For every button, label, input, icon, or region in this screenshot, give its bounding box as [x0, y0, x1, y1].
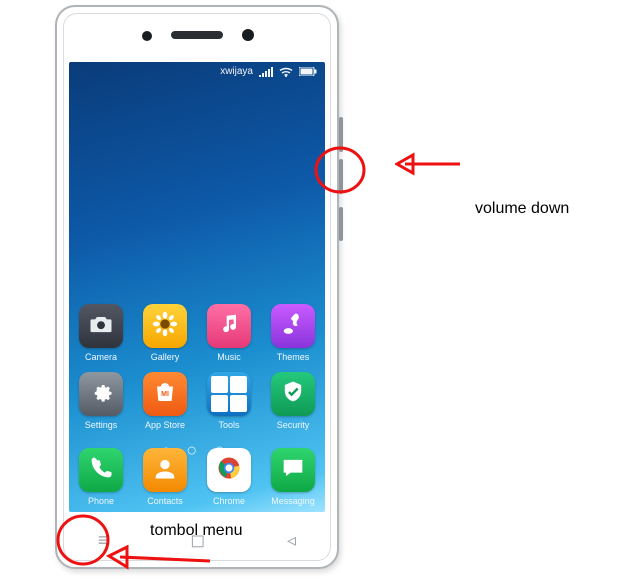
- app-store-label: App Store: [141, 420, 189, 430]
- sunflower-icon: [151, 310, 179, 343]
- menu-key[interactable]: ≡: [98, 531, 109, 549]
- phone-handset-icon: [87, 454, 115, 487]
- app-settings[interactable]: Settings: [77, 372, 125, 430]
- dock-messaging-label: Messaging: [269, 496, 317, 506]
- home-row-2: Settings MI App Store Tools Security: [69, 372, 325, 430]
- app-gallery-label: Gallery: [141, 352, 189, 362]
- app-music-label: Music: [205, 352, 253, 362]
- front-camera: [242, 29, 254, 41]
- signal-icon: [259, 67, 273, 77]
- shield-check-icon: [279, 378, 307, 411]
- app-security[interactable]: Security: [269, 372, 317, 430]
- app-camera[interactable]: Camera: [77, 304, 125, 362]
- dock-chrome-label: Chrome: [205, 496, 253, 506]
- app-gallery[interactable]: Gallery: [141, 304, 189, 362]
- brush-icon: [279, 310, 307, 343]
- home-row-1: Camera Gallery Music Themes: [69, 304, 325, 362]
- wifi-icon: [279, 67, 293, 77]
- annotation-menu-label: tombol menu: [150, 522, 243, 540]
- app-tools-label: Tools: [205, 420, 253, 430]
- dock-contacts-label: Contacts: [141, 496, 189, 506]
- dock: Phone Contacts Chrome Messaging: [69, 448, 325, 506]
- app-settings-label: Settings: [77, 420, 125, 430]
- phone-screen: xwijaya Camera Gallery Music Themes: [69, 62, 325, 512]
- power-button[interactable]: [339, 207, 343, 241]
- dock-chrome[interactable]: Chrome: [205, 448, 253, 506]
- music-note-icon: [215, 310, 243, 343]
- app-themes-label: Themes: [269, 352, 317, 362]
- annotation-volume-down-arrow: [395, 150, 465, 180]
- speaker-grille: [171, 31, 223, 39]
- app-themes[interactable]: Themes: [269, 304, 317, 362]
- battery-icon: [299, 67, 317, 76]
- app-security-label: Security: [269, 420, 317, 430]
- tools-folder-icon: [211, 376, 247, 412]
- app-tools[interactable]: Tools: [205, 372, 253, 430]
- phone-body: xwijaya Camera Gallery Music Themes: [55, 5, 339, 569]
- status-bar: xwijaya: [69, 62, 325, 77]
- back-key[interactable]: ◃: [287, 531, 296, 549]
- store-bag-icon: MI: [151, 378, 179, 411]
- annotation-volume-down-label: volume down: [475, 200, 569, 218]
- app-music[interactable]: Music: [205, 304, 253, 362]
- person-icon: [151, 454, 179, 487]
- app-camera-label: Camera: [77, 352, 125, 362]
- dock-phone-label: Phone: [77, 496, 125, 506]
- volume-up-button[interactable]: [339, 117, 343, 152]
- messaging-icon: [279, 454, 307, 487]
- svg-text:MI: MI: [161, 391, 169, 398]
- dock-messaging[interactable]: Messaging: [269, 448, 317, 506]
- dock-phone[interactable]: Phone: [77, 448, 125, 506]
- proximity-sensor: [142, 31, 152, 41]
- gear-icon: [87, 378, 115, 411]
- volume-down-button[interactable]: [339, 159, 343, 194]
- camera-icon: [87, 310, 115, 343]
- dock-contacts[interactable]: Contacts: [141, 448, 189, 506]
- status-user: xwijaya: [220, 66, 253, 77]
- chrome-icon: [215, 454, 243, 487]
- app-store[interactable]: MI App Store: [141, 372, 189, 430]
